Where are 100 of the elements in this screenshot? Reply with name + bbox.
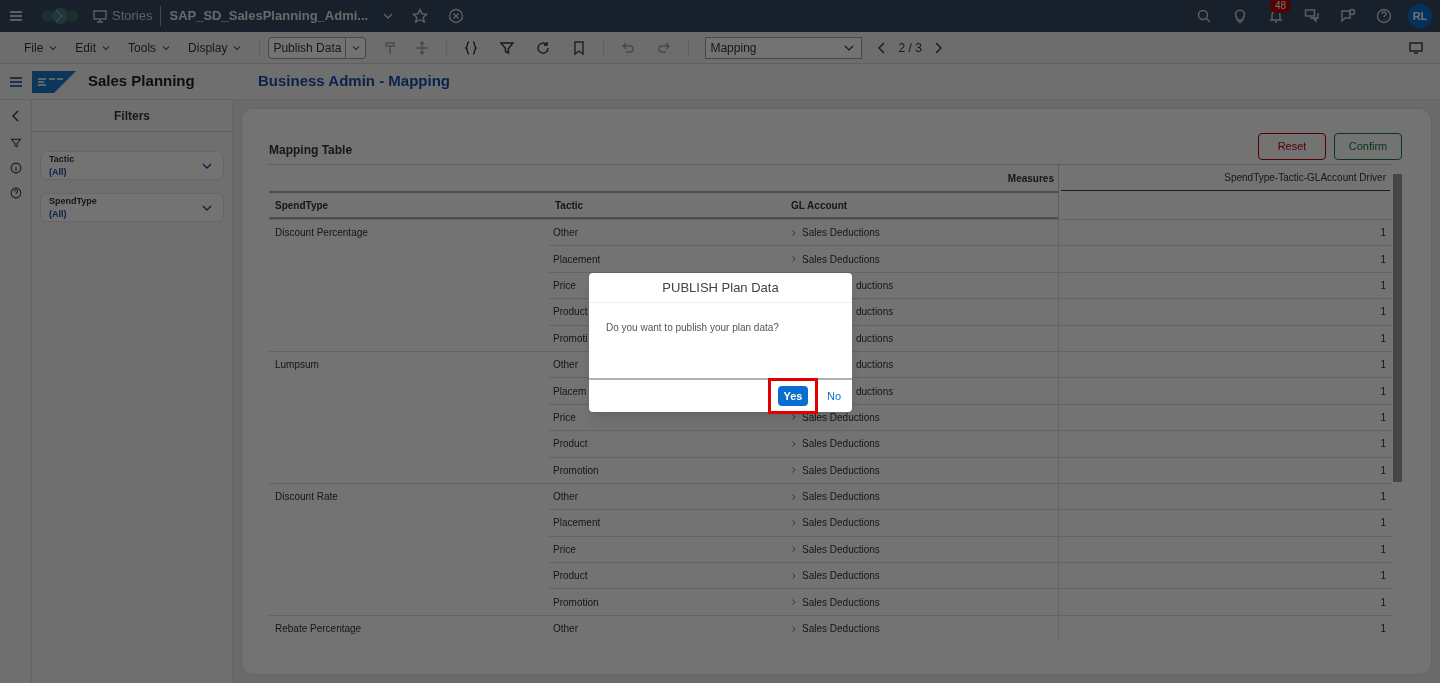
menu-button[interactable]: Display	[188, 38, 244, 57]
page-title: Business Admin - Mapping	[258, 71, 450, 92]
story-title: SAP_SD_SalesPlanning_Admi...	[169, 7, 369, 26]
measures-header: Measures	[1007, 171, 1054, 186]
scrollbar[interactable]	[1393, 174, 1402, 482]
table-cell-text: Other	[553, 622, 578, 637]
table-cell-text: Placement	[553, 516, 601, 531]
table-cell-text: Other	[553, 226, 578, 241]
column-header: Tactic	[554, 198, 585, 213]
help-icon[interactable]	[9, 187, 22, 199]
filter-value: (All)	[49, 207, 68, 221]
expand-icon[interactable]	[790, 623, 798, 634]
confirm-button[interactable]: Confirm	[1334, 133, 1402, 160]
table-cell-text: ductions	[856, 278, 894, 293]
table-cell-text: 1	[1380, 569, 1386, 584]
presentation-icon[interactable]	[92, 8, 108, 24]
menu-button[interactable]: Edit	[75, 38, 113, 57]
table-cell-text: 1	[1380, 252, 1386, 267]
feedback-icon[interactable]	[1340, 8, 1356, 24]
expand-icon[interactable]	[790, 570, 798, 581]
notification-badge: 48	[1270, 0, 1292, 13]
info-icon[interactable]	[9, 162, 22, 174]
table-cell-text: 1	[1380, 516, 1386, 531]
table-cell-text: Placement	[553, 252, 601, 267]
table-cell-text: 1	[1380, 410, 1386, 425]
expand-icon[interactable]	[790, 438, 798, 449]
table-cell-text: 1	[1380, 226, 1386, 241]
reset-button[interactable]: Reset	[1258, 133, 1326, 160]
app-title: Sales Planning	[88, 71, 196, 92]
filter-icon[interactable]	[9, 137, 22, 149]
column-header: SpendType	[274, 198, 330, 213]
sap-logo	[32, 70, 76, 93]
table-cell-text: 1	[1380, 278, 1386, 293]
filter-dropdown[interactable]: Tactic (All)	[40, 151, 224, 180]
table-cell-text: Product	[553, 569, 588, 584]
star-icon[interactable]	[412, 8, 429, 24]
table-cell-text: Discount Percentage	[275, 226, 368, 241]
table-cell-text: Sales Deductions	[802, 463, 880, 478]
table-cell-text: 1	[1380, 542, 1386, 557]
no-button[interactable]: No	[826, 387, 841, 405]
menu-button[interactable]: Tools	[128, 38, 173, 57]
move-icon[interactable]	[414, 39, 431, 56]
table-cell-text: Promotion	[553, 463, 599, 478]
table-cell-text: Rebate Percentage	[275, 622, 362, 637]
filter-value: (All)	[49, 165, 68, 179]
user-avatar[interactable]: RL	[1408, 4, 1432, 28]
table-cell-text: 1	[1380, 384, 1386, 399]
monitor-icon[interactable]	[1408, 39, 1424, 56]
table-title: Mapping Table	[269, 142, 353, 159]
table-cell-text: Product	[553, 305, 588, 320]
table-cell-text: Sales Deductions	[802, 622, 880, 637]
table-cell-text: Sales Deductions	[802, 595, 880, 610]
table-cell-text: 1	[1380, 437, 1386, 452]
table-cell-text: 1	[1380, 331, 1386, 346]
table-cell-text: Sales Deductions	[802, 437, 880, 452]
filter-dropdown[interactable]: SpendType (All)	[40, 193, 224, 222]
table-cell-text: Other	[553, 358, 578, 373]
column-header: GL Account	[790, 198, 849, 213]
chat-icon[interactable]	[1304, 8, 1320, 24]
close-circle-icon[interactable]	[448, 8, 465, 24]
table-cell-text: 1	[1380, 463, 1386, 478]
dialog-message: Do you want to publish your plan data?	[589, 303, 852, 380]
menu-button[interactable]: File	[24, 38, 60, 57]
table-cell-text: Promoti	[553, 331, 588, 346]
table-cell-text: Product	[553, 437, 588, 452]
yes-button[interactable]: Yes	[777, 386, 808, 406]
menu-icon[interactable]	[8, 8, 24, 24]
table-cell-text: Sales Deductions	[802, 252, 880, 267]
table-cell-text: 1	[1380, 305, 1386, 320]
page-counter: 2 / 3	[898, 39, 922, 57]
expand-icon[interactable]	[790, 518, 798, 528]
table-cell-text: ductions	[856, 305, 894, 320]
section-link[interactable]: Stories	[112, 6, 153, 26]
table-cell-text: Other	[553, 490, 578, 505]
table-cell-text: Sales Deductions	[802, 516, 880, 531]
expand-icon[interactable]	[790, 227, 798, 238]
table-cell-text: Sales Deductions	[802, 490, 880, 505]
publish-data-button[interactable]: Publish Data	[268, 36, 347, 59]
table-cell-text: Price	[553, 542, 576, 557]
table-cell-text: Lumpsum	[275, 358, 319, 373]
table-cell-text: Price	[553, 410, 576, 425]
filters-title: Filters	[32, 100, 232, 132]
table-cell-text: Price	[553, 278, 576, 293]
table-cell-text: 1	[1380, 358, 1386, 373]
search-icon[interactable]	[1196, 8, 1212, 24]
dialog-title: PUBLISH Plan Data	[589, 273, 852, 303]
braces-icon[interactable]	[463, 39, 480, 56]
expand-icon[interactable]	[790, 491, 798, 502]
refresh-icon[interactable]	[535, 39, 552, 56]
table-cell-text: Placem	[553, 384, 587, 399]
table-cell-text: Promotion	[553, 595, 599, 610]
page-dropdown[interactable]: Mapping	[705, 36, 863, 59]
table-cell-text: Sales Deductions	[802, 226, 880, 241]
table-cell-text: Sales Deductions	[802, 569, 880, 584]
table-cell-text: 1	[1380, 622, 1386, 637]
table-cell-text: Sales Deductions	[802, 542, 880, 557]
filter-icon[interactable]	[499, 39, 516, 56]
table-cell-text: 1	[1380, 595, 1386, 610]
lightbulb-icon[interactable]	[1232, 8, 1248, 24]
filter-label: SpendType	[49, 194, 97, 208]
